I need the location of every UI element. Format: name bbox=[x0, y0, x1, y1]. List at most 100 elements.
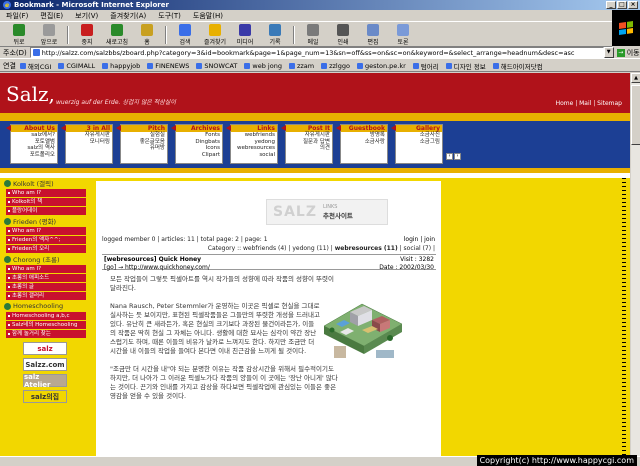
menu-file[interactable]: 파일(F) bbox=[6, 11, 28, 21]
sidebar-item[interactable]: 초롱의 갤러리 bbox=[6, 292, 86, 300]
links-item[interactable]: 디자인 정보 bbox=[446, 61, 486, 71]
toolbar-label: 검색 bbox=[179, 38, 191, 46]
category-nav[interactable]: Category :: webfriends (4) | yedong (11)… bbox=[208, 245, 435, 252]
toolbar-print-button[interactable]: 인쇄 bbox=[328, 23, 358, 46]
post-date: Date : 2002/03/30 bbox=[379, 264, 434, 271]
menu-favorites[interactable]: 즐겨찾기(A) bbox=[110, 11, 146, 21]
toolbar-stop-button[interactable]: 중지 bbox=[72, 23, 102, 46]
toolbar-refresh-button[interactable]: 새로고침 bbox=[102, 23, 132, 46]
page-viewport: Salz, wuerzig auf der Erde. 싱겁지 않은 적삼실이 … bbox=[0, 73, 630, 456]
nav-card-link[interactable]: 모니터링 bbox=[66, 139, 112, 146]
toolbar-media-button[interactable]: 미디어 bbox=[230, 23, 260, 46]
post-link[interactable]: [go] → http://www.quickhoney.com/ bbox=[104, 264, 210, 271]
vertical-scrollbar[interactable]: ▲ bbox=[630, 73, 640, 456]
nav-card-about-us[interactable]: About Us salz에서? 포토앨범 salz의 역사 포트폴리오 bbox=[6, 124, 58, 164]
nav-card-post-it[interactable]: Post It 자유게시판 질문과 답변 의견 bbox=[281, 124, 333, 164]
sidebar-logo-banner[interactable]: Salzz.com bbox=[23, 358, 67, 371]
sidebar-item[interactable]: Who am I? bbox=[6, 265, 86, 273]
links-label: 연결 bbox=[3, 61, 16, 70]
frame-controls: ‹ › bbox=[446, 153, 461, 160]
sidebar-group-heading[interactable]: Frieden (평화) bbox=[2, 216, 88, 226]
toolbar-discuss-button[interactable]: 토론 bbox=[388, 23, 418, 46]
nav-card-3-in-all[interactable]: 3 in All 자유게시판 모니터링 bbox=[61, 124, 113, 164]
address-dropdown[interactable]: ▼ bbox=[603, 47, 614, 58]
links-item[interactable]: web jong bbox=[244, 62, 282, 70]
toolbar-home-button[interactable]: 홈 bbox=[132, 23, 162, 46]
toolbar-back-button[interactable]: 뒤로 bbox=[4, 23, 34, 46]
sidebar-item[interactable]: 함께 놀거리 찾는 bbox=[6, 330, 86, 338]
links-item[interactable]: CGIMALL bbox=[58, 62, 95, 70]
sidebar-item[interactable]: Who am I? bbox=[6, 227, 86, 235]
nav-card-title: 3 in All bbox=[66, 125, 112, 132]
nav-card-pitch[interactable]: Pitch 실험실 좋은글모음 유머방 bbox=[116, 124, 168, 164]
links-item[interactable]: geston.pe.kr bbox=[357, 62, 406, 70]
toolbar-search-button[interactable]: 검색 bbox=[170, 23, 200, 46]
toolbar-history-button[interactable]: 기록 bbox=[260, 23, 290, 46]
site-logo[interactable]: Salz, bbox=[6, 82, 55, 106]
nav-card-link[interactable]: 의견 bbox=[286, 145, 332, 152]
header-links[interactable]: Home | Mail | Sitemap bbox=[556, 100, 622, 107]
post-visits: Visit : 3282 bbox=[400, 256, 434, 263]
menu-tools[interactable]: 도구(T) bbox=[158, 11, 181, 21]
nav-card-guestbook[interactable]: Guestbook 방명록 소금사랑 bbox=[336, 124, 388, 164]
sidebar-group-heading[interactable]: Chorong (초롱) bbox=[2, 254, 88, 264]
history-icon bbox=[269, 23, 281, 36]
nav-card-link[interactable]: 포트폴리오 bbox=[11, 152, 57, 159]
links-item[interactable]: 해드아이저닷컴 bbox=[493, 61, 543, 71]
pin-icon bbox=[281, 125, 286, 131]
links-item[interactable]: 텀어리 bbox=[413, 61, 439, 71]
sidebar-group-heading[interactable]: Kolkolt (갤릭) bbox=[2, 178, 88, 188]
toolbar-label: 즐겨찾기 bbox=[203, 38, 227, 46]
sidebar-item[interactable]: Homeschooling a,b,c bbox=[6, 312, 86, 320]
scroll-thumb[interactable] bbox=[631, 85, 640, 145]
go-button[interactable]: → 이동 bbox=[616, 48, 640, 58]
nav-card-link[interactable]: 유머방 bbox=[121, 145, 167, 152]
nav-card-gallery[interactable]: Gallery 소금사진 소금그림 bbox=[391, 124, 443, 164]
person-icon bbox=[4, 255, 11, 263]
sidebar-item[interactable]: Frieden의 액자^^; bbox=[6, 236, 86, 244]
post-paragraph: Nana Rausch, Peter Stemmler가 운영하는 이곳은 픽셀… bbox=[110, 302, 320, 355]
links-bar: 연결 해외CGI CGIMALL happyjob FINENEWS SNOWCAT we… bbox=[0, 60, 640, 72]
links-item[interactable]: zzlggo bbox=[321, 62, 350, 70]
links-item[interactable]: FINENEWS bbox=[147, 62, 189, 70]
frame-prev-button[interactable]: ‹ bbox=[446, 153, 453, 160]
nav-card-link[interactable]: 소금사랑 bbox=[341, 139, 387, 146]
nav-card-link[interactable]: webresources bbox=[231, 145, 277, 152]
sidebar-item[interactable]: 플랑어데이 bbox=[6, 207, 86, 215]
links-item[interactable]: 해외CGI bbox=[20, 61, 51, 71]
links-item[interactable]: happyjob bbox=[102, 62, 140, 70]
toolbar-mail-button[interactable]: 메일 bbox=[298, 23, 328, 46]
sidebar-item[interactable]: Frieden의 오리 bbox=[6, 245, 86, 253]
nav-card-links[interactable]: Links webfriends yedong webresources social bbox=[226, 124, 278, 164]
sidebar-logo-banner[interactable]: salz Atelier bbox=[23, 373, 67, 389]
address-input[interactable]: http://salzz.com/salzbbs/zboard.php?cate… bbox=[29, 47, 604, 58]
maximize-button[interactable]: □ bbox=[617, 1, 627, 9]
sidebar-group-heading[interactable]: Homeschooling bbox=[2, 301, 88, 311]
sidebar-item[interactable]: Salz네의 Homeschooling bbox=[6, 321, 86, 329]
post-paragraph: "조금만 더 시간을 내"야 되는 분명한 이유는 작품 감상시간을 위해서 필… bbox=[110, 365, 338, 400]
menu-edit[interactable]: 편집(E) bbox=[40, 11, 63, 21]
sidebar-item[interactable]: Who am I? bbox=[6, 189, 86, 197]
nav-card-link[interactable]: social bbox=[231, 152, 277, 159]
login-links[interactable]: login | join bbox=[404, 236, 435, 243]
frame-next-button[interactable]: › bbox=[454, 153, 461, 160]
sidebar-item[interactable]: 초롱의 글 bbox=[6, 283, 86, 291]
nav-card-archives[interactable]: Archives Fonts Dingbats Icons Clipart bbox=[171, 124, 223, 164]
toolbar-edit-button[interactable]: 편집 bbox=[358, 23, 388, 46]
links-item[interactable]: SNOWCAT bbox=[196, 62, 237, 70]
sidebar-item[interactable]: 초롱의 애피소드 bbox=[6, 274, 86, 282]
toolbar-favorites-button[interactable]: 즐겨찾기 bbox=[200, 23, 230, 46]
menu-view[interactable]: 보기(V) bbox=[75, 11, 98, 21]
address-bar: 주소(D) http://salzz.com/salzbbs/zboard.ph… bbox=[0, 47, 640, 59]
sidebar-logo-banner[interactable]: salz의집 bbox=[23, 390, 67, 403]
links-item[interactable]: zzam bbox=[289, 62, 314, 70]
toolbar-forward-button[interactable]: 앞으로 bbox=[34, 23, 64, 46]
minimize-button[interactable]: _ bbox=[606, 1, 616, 9]
nav-card-link[interactable]: Clipart bbox=[176, 152, 222, 159]
scroll-up-button[interactable]: ▲ bbox=[631, 73, 640, 83]
menu-help[interactable]: 도움말(H) bbox=[193, 11, 223, 21]
nav-card-link[interactable]: 소금그림 bbox=[396, 139, 442, 146]
close-button[interactable]: × bbox=[628, 1, 638, 9]
sidebar-logo-banner[interactable]: salz bbox=[23, 342, 67, 355]
sidebar-item[interactable]: Kolkolt의 책 bbox=[6, 198, 86, 206]
